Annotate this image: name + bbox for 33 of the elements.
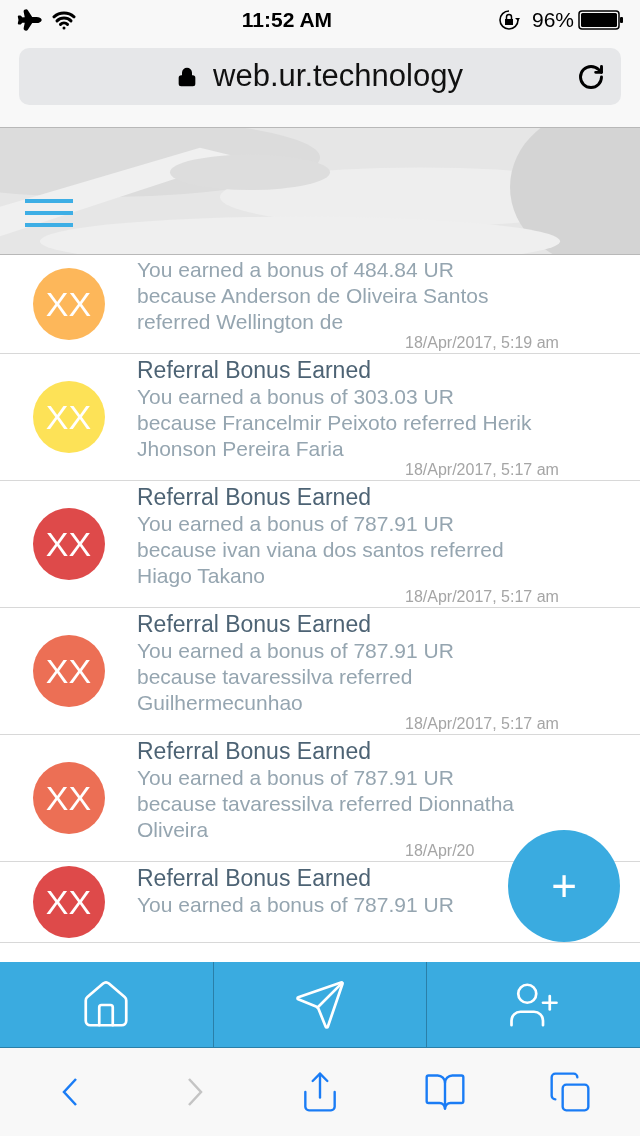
notification-text: You earned a bonus of 787.91 UR [137, 892, 455, 918]
chevron-right-icon [187, 1077, 204, 1107]
battery-percent: 96% [531, 7, 574, 34]
notification-date: 18/Apr/20 [405, 843, 475, 859]
lock-icon [177, 66, 198, 87]
battery-icon [578, 10, 624, 30]
avatar: XX [32, 762, 105, 834]
notification-title: Referral Bonus Earned [137, 483, 371, 511]
rotation-lock-icon [497, 9, 520, 31]
notification-title: Referral Bonus Earned [137, 356, 371, 384]
url-text: web.ur.technology [213, 57, 463, 96]
notification-title: Referral Bonus Earned [137, 737, 371, 765]
address-bar[interactable]: web.ur.technology [19, 48, 621, 105]
notification-date: 18/Apr/2017, 5:17 am [405, 716, 559, 732]
reload-icon[interactable] [577, 62, 605, 91]
avatar: XX [32, 635, 105, 707]
menu-button[interactable] [25, 198, 73, 228]
notification-text: You earned a bonus of 787.91 UR because tavaressilva referred Guilhermecunhao [137, 638, 455, 716]
notification-date: 18/Apr/2017, 5:17 am [405, 589, 559, 605]
avatar: XX [32, 508, 105, 580]
avatar: XX [32, 866, 105, 938]
avatar: XX [32, 268, 105, 340]
notification-text: You earned a bonus of 484.84 UR because Anderson de Oliveira Santos referred Wellington de [137, 257, 490, 335]
notification-date: 18/Apr/2017, 5:17 am [405, 462, 559, 478]
avatar: XX [32, 381, 105, 453]
notification-title: Referral Bonus Earned [137, 610, 371, 638]
notification-text: You earned a bonus of 787.91 UR because ivan viana dos santos referred Hiago Takano [137, 511, 505, 589]
notification-title: Referral Bonus Earned [137, 864, 371, 892]
status-time: 11:52 AM [241, 7, 333, 34]
notification-text: You earned a bonus of 303.03 UR because Francelmir Peixoto referred Herik Jhonson Pereira Faria [137, 384, 533, 462]
chevron-left-icon [62, 1077, 79, 1107]
tabs-icon [547, 1070, 592, 1114]
notification-date: 18/Apr/2017, 5:19 am [405, 335, 559, 351]
